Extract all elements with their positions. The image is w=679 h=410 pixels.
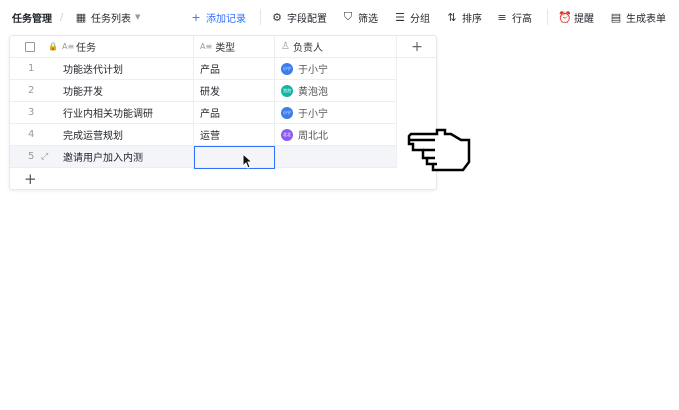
header-owner[interactable]: ♙ 负责人	[275, 36, 397, 58]
text-field-icon: A≡	[200, 42, 213, 51]
avatar: 北北	[281, 128, 293, 141]
toolbar: 任务管理 / ▦ 任务列表 ▼ + 添加记录 ⚙ 字段配置 ⛉ 筛选 ☰ 分组 ⇅ 排序 ≡ 行…	[0, 0, 679, 34]
task-name: 行业内相关功能调研	[63, 109, 153, 120]
task-name: 功能开发	[63, 87, 103, 98]
table-icon: ▦	[75, 10, 87, 24]
chevron-down-icon: ▼	[135, 13, 141, 21]
avatar: 小宁	[281, 62, 293, 75]
column-label: 类型	[215, 43, 236, 54]
owner-cell[interactable]	[275, 146, 397, 168]
table-row[interactable]: 2 功能开发 研发 泡泡 黄泡泡	[10, 80, 397, 102]
owner-name: 于小宁	[298, 109, 328, 120]
avatar: 泡泡	[281, 84, 293, 97]
table-header: 🔒 A≡ 任务 A≡ 类型 ♙ 负责人 +	[10, 36, 437, 58]
add-row-button[interactable]: +	[24, 170, 37, 188]
field-config-label: 字段配置	[287, 13, 327, 25]
owner-cell[interactable]: 泡泡 黄泡泡	[275, 80, 397, 102]
row-number: 4	[28, 129, 35, 140]
type-value: 产品	[200, 109, 220, 120]
alarm-clock-icon: ⏰	[558, 10, 572, 24]
row-number: 1	[28, 63, 35, 74]
column-label: 负责人	[292, 43, 323, 54]
lock-icon: 🔒	[48, 42, 58, 51]
breadcrumb-separator: /	[60, 11, 64, 23]
selected-cell[interactable]	[194, 146, 275, 169]
type-cell[interactable]: 产品	[194, 58, 275, 80]
add-record-button[interactable]: + 添加记录	[190, 9, 246, 25]
row-height-button[interactable]: ≡ 行高	[496, 9, 532, 25]
form-icon: ▤	[610, 10, 622, 24]
filter-button[interactable]: ⛉ 筛选	[342, 9, 378, 25]
sort-icon: ⇅	[447, 10, 457, 24]
add-column-button[interactable]: +	[397, 36, 437, 58]
owner-cell[interactable]: 小宁 于小宁	[275, 102, 397, 124]
type-cell[interactable]: 研发	[194, 80, 275, 102]
reminder-button[interactable]: ⏰ 提醒	[558, 9, 594, 25]
task-cell[interactable]: 3 行业内相关功能调研	[10, 102, 194, 124]
owner-cell[interactable]: 北北 周北北	[275, 124, 397, 146]
table-row[interactable]: 4 完成运营规划 运营 北北 周北北	[10, 124, 397, 146]
data-table: 🔒 A≡ 任务 A≡ 类型 ♙ 负责人 + 1 功能迭代计划 产品 小宁 于小宁 2 …	[9, 35, 437, 190]
app-title: 任务管理	[12, 13, 52, 25]
owner-name: 周北北	[298, 131, 328, 142]
group-button[interactable]: ☰ 分组	[394, 9, 430, 25]
row-height-icon: ≡	[497, 10, 507, 24]
plus-icon: +	[191, 10, 201, 24]
type-cell[interactable]: 产品	[194, 102, 275, 124]
mouse-pointer-icon	[242, 153, 253, 169]
type-value: 运营	[200, 131, 220, 142]
select-all-checkbox[interactable]	[25, 41, 35, 52]
pointing-hand-icon	[407, 128, 471, 172]
column-label: 任务	[76, 43, 96, 54]
view-selector[interactable]: ▦ 任务列表 ▼	[75, 9, 141, 25]
create-form-label: 生成表单	[626, 13, 666, 25]
header-task[interactable]: 🔒 A≡ 任务	[10, 36, 194, 58]
type-value: 产品	[200, 65, 220, 76]
text-field-icon: A≡	[62, 42, 75, 51]
owner-name: 黄泡泡	[298, 87, 328, 98]
task-cell[interactable]: 1 功能迭代计划	[10, 58, 194, 80]
reminder-label: 提醒	[574, 13, 594, 25]
filter-icon: ⛉	[343, 10, 353, 23]
group-icon: ☰	[395, 10, 405, 24]
group-label: 分组	[410, 13, 430, 25]
gear-icon: ⚙	[272, 10, 282, 24]
field-config-button[interactable]: ⚙ 字段配置	[271, 9, 327, 25]
header-type[interactable]: A≡ 类型	[194, 36, 275, 58]
owner-name: 于小宁	[298, 65, 328, 76]
sort-button[interactable]: ⇅ 排序	[446, 9, 482, 25]
row-number: 3	[28, 107, 35, 118]
row-height-label: 行高	[512, 13, 532, 25]
divider	[547, 9, 548, 25]
owner-cell[interactable]: 小宁 于小宁	[275, 58, 397, 80]
expand-icon[interactable]: ⤢	[41, 152, 48, 162]
task-name: 邀请用户加入内测	[63, 153, 143, 164]
view-name: 任务列表	[91, 13, 131, 25]
task-cell[interactable]: 4 完成运营规划	[10, 124, 194, 146]
add-record-label: 添加记录	[206, 13, 246, 25]
table-row[interactable]: 1 功能迭代计划 产品 小宁 于小宁	[10, 58, 397, 80]
row-number: 2	[28, 85, 35, 96]
task-cell[interactable]: 2 功能开发	[10, 80, 194, 102]
table-row[interactable]: 3 行业内相关功能调研 产品 小宁 于小宁	[10, 102, 397, 124]
divider	[260, 9, 261, 25]
row-number: 5	[28, 151, 35, 162]
create-form-button[interactable]: ▤ 生成表单	[610, 9, 666, 25]
task-name: 完成运营规划	[63, 131, 123, 142]
task-cell[interactable]: 5 ⤢ 邀请用户加入内测	[10, 146, 194, 168]
type-cell[interactable]: 运营	[194, 124, 275, 146]
filter-label: 筛选	[358, 13, 378, 25]
sort-label: 排序	[462, 13, 482, 25]
type-value: 研发	[200, 87, 220, 98]
avatar: 小宁	[281, 106, 293, 119]
person-icon: ♙	[281, 41, 290, 52]
task-name: 功能迭代计划	[63, 65, 123, 76]
